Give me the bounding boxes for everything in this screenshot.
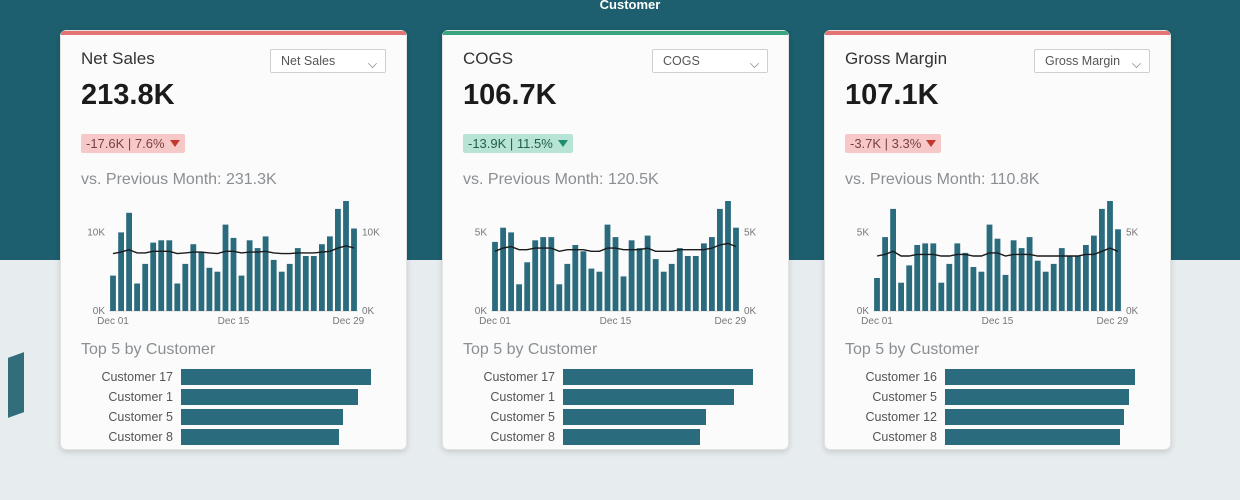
svg-text:10K: 10K [87, 227, 105, 238]
tab-customer[interactable]: Customer [570, 0, 690, 12]
card-title: Gross Margin [845, 49, 947, 69]
kpi-value: 213.8K [81, 79, 386, 112]
top5-title: Top 5 by Customer [81, 341, 386, 365]
svg-text:5K: 5K [475, 227, 488, 238]
mini-chart[interactable]: 5K0K5K0KDec 01Dec 15Dec 29 [463, 195, 768, 335]
dropdown-label: Gross Margin [1045, 54, 1120, 68]
top5-bar[interactable] [563, 409, 706, 425]
metric-dropdown[interactable]: Net Sales [270, 49, 386, 73]
top5-row: Customer 16 [845, 369, 1150, 385]
top5-name: Customer 8 [845, 430, 945, 444]
vs-previous: vs. Previous Month: 231.3K [81, 171, 386, 189]
top5-row: Customer 5 [463, 409, 768, 425]
top5-title: Top 5 by Customer [463, 341, 768, 365]
dropdown-label: COGS [663, 54, 700, 68]
delta-badge: -13.9K | 11.5% [463, 134, 573, 153]
top5-bar[interactable] [563, 369, 753, 385]
top5-name: Customer 1 [463, 390, 563, 404]
svg-text:Dec 29: Dec 29 [715, 316, 747, 327]
delta-badge: -3.7K | 3.3% [845, 134, 941, 153]
delta-badge: -17.6K | 7.6% [81, 134, 185, 153]
top5-row: Customer 1 [81, 389, 386, 405]
top5-name: Customer 5 [81, 410, 181, 424]
top5-row: Customer 1 [463, 389, 768, 405]
card-title: Net Sales [81, 49, 155, 69]
svg-text:Dec 29: Dec 29 [333, 316, 365, 327]
mini-chart[interactable]: 10K0K10K0KDec 01Dec 15Dec 29 [81, 195, 386, 335]
vs-previous: vs. Previous Month: 110.8K [845, 171, 1150, 189]
top5-row: Customer 5 [81, 409, 386, 425]
top5-bar[interactable] [181, 389, 358, 405]
metric-dropdown[interactable]: Gross Margin [1034, 49, 1150, 73]
top5-bar[interactable] [181, 369, 371, 385]
top5-row: Customer 12 [845, 409, 1150, 425]
card-gross-margin: Gross Margin Gross Margin 107.1K -3.7K |… [824, 30, 1171, 450]
svg-text:5K: 5K [1126, 227, 1139, 238]
svg-text:Dec 01: Dec 01 [97, 316, 129, 327]
top5-name: Customer 17 [463, 370, 563, 384]
top5-bar[interactable] [945, 409, 1124, 425]
top5-name: Customer 1 [81, 390, 181, 404]
kpi-value: 107.1K [845, 79, 1150, 112]
top5-row: Customer 5 [845, 389, 1150, 405]
top5-bar[interactable] [181, 409, 343, 425]
top5-name: Customer 12 [845, 410, 945, 424]
top5-name: Customer 8 [81, 430, 181, 444]
card-title: COGS [463, 49, 513, 69]
top5-name: Customer 8 [463, 430, 563, 444]
kpi-value: 106.7K [463, 79, 768, 112]
svg-text:5K: 5K [744, 227, 757, 238]
svg-text:5K: 5K [857, 227, 870, 238]
top5-bar[interactable] [563, 429, 700, 445]
top5-bar[interactable] [181, 429, 339, 445]
dropdown-label: Net Sales [281, 54, 335, 68]
svg-text:Dec 15: Dec 15 [982, 316, 1014, 327]
delta-text: -3.7K | 3.3% [850, 136, 921, 151]
svg-text:Dec 15: Dec 15 [218, 316, 250, 327]
top5-row: Customer 17 [81, 369, 386, 385]
svg-text:Dec 15: Dec 15 [600, 316, 632, 327]
mini-chart[interactable]: 5K0K5K0KDec 01Dec 15Dec 29 [845, 195, 1150, 335]
top5-bar[interactable] [945, 389, 1129, 405]
top5-row: Customer 17 [463, 369, 768, 385]
delta-text: -17.6K | 7.6% [86, 136, 165, 151]
top5-bars: Customer 17 Customer 1 Customer 5 Custom… [463, 365, 768, 445]
top5-title: Top 5 by Customer [845, 341, 1150, 365]
top5-row: Customer 8 [463, 429, 768, 445]
top5-name: Customer 5 [463, 410, 563, 424]
top5-name: Customer 16 [845, 370, 945, 384]
triangle-down-icon [558, 140, 568, 147]
top5-bar[interactable] [563, 389, 734, 405]
decorative-accent [8, 352, 24, 418]
top5-bars: Customer 17 Customer 1 Customer 5 Custom… [81, 365, 386, 445]
top5-name: Customer 5 [845, 390, 945, 404]
svg-text:Dec 01: Dec 01 [861, 316, 893, 327]
triangle-down-icon [170, 140, 180, 147]
triangle-down-icon [926, 140, 936, 147]
vs-previous: vs. Previous Month: 120.5K [463, 171, 768, 189]
top5-row: Customer 8 [845, 429, 1150, 445]
card-cogs: COGS COGS 106.7K -13.9K | 11.5% vs. Prev… [442, 30, 789, 450]
card-net-sales: Net Sales Net Sales 213.8K -17.6K | 7.6%… [60, 30, 407, 450]
top5-row: Customer 8 [81, 429, 386, 445]
top5-bar[interactable] [945, 429, 1120, 445]
delta-text: -13.9K | 11.5% [468, 136, 553, 151]
svg-text:Dec 01: Dec 01 [479, 316, 511, 327]
svg-text:10K: 10K [362, 227, 380, 238]
svg-text:Dec 29: Dec 29 [1097, 316, 1129, 327]
top5-name: Customer 17 [81, 370, 181, 384]
metric-dropdown[interactable]: COGS [652, 49, 768, 73]
top5-bar[interactable] [945, 369, 1135, 385]
top5-bars: Customer 16 Customer 5 Customer 12 Custo… [845, 365, 1150, 445]
